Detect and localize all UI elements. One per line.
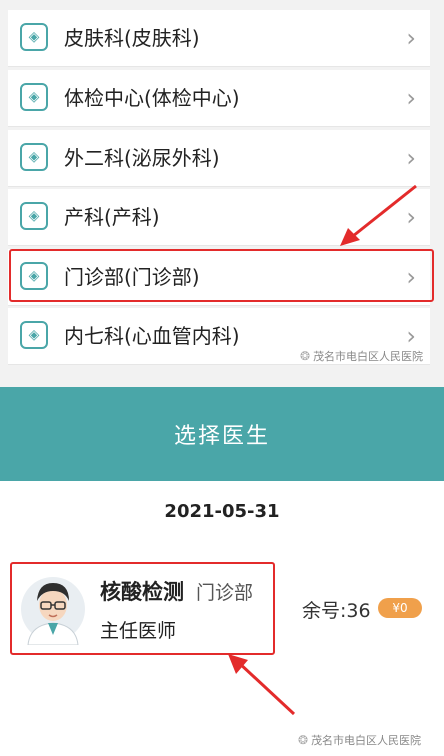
department-item-outpatient[interactable]: ◈ 门诊部(门诊部) ›: [8, 249, 430, 306]
department-label: 产科(产科): [64, 205, 160, 229]
schedule-date: 2021-05-31: [164, 500, 280, 522]
watermark-text: 茂名市电白区人民医院: [311, 734, 422, 747]
watermark-text: 茂名市电白区人民医院: [313, 350, 424, 363]
watermark-bottom: ❂ 茂名市电白区人民医院: [298, 732, 421, 748]
doctor-department: 门诊部: [196, 582, 254, 604]
plus-diamond-icon: ◈: [20, 83, 48, 111]
chevron-right-icon: ›: [406, 203, 416, 231]
chat-icon: ❂: [298, 733, 309, 747]
plus-diamond-icon: ◈: [20, 23, 48, 51]
doctor-avatar: [21, 577, 85, 645]
plus-diamond-icon: ◈: [20, 143, 48, 171]
department-label: 外二科(泌尿外科): [64, 146, 220, 170]
department-item-physical-exam[interactable]: ◈ 体检中心(体检中心) ›: [8, 70, 430, 127]
doctor-name: 核酸检测: [100, 580, 184, 604]
department-item-obstetrics[interactable]: ◈ 产科(产科) ›: [8, 189, 430, 246]
chat-icon: ❂: [300, 349, 311, 363]
select-doctor-button[interactable]: 选择医生: [0, 387, 444, 481]
chevron-right-icon: ›: [406, 24, 416, 52]
department-label: 内七科(心血管内科): [64, 324, 240, 348]
select-doctor-label: 选择医生: [173, 424, 270, 449]
remaining-slots: 余号:36: [302, 600, 371, 622]
department-label: 皮肤科(皮肤科): [64, 26, 200, 50]
plus-diamond-icon: ◈: [20, 262, 48, 290]
price-badge: ¥0: [378, 598, 422, 618]
department-item-dermatology[interactable]: ◈ 皮肤科(皮肤科) ›: [8, 10, 430, 67]
plus-diamond-icon: ◈: [20, 202, 48, 230]
chevron-right-icon: ›: [406, 84, 416, 112]
doctor-title: 主任医师: [100, 620, 177, 642]
watermark: ❂ 茂名市电白区人民医院: [300, 348, 423, 364]
department-label: 体检中心(体检中心): [64, 86, 240, 110]
department-label: 门诊部(门诊部): [64, 265, 200, 289]
chevron-right-icon: ›: [406, 263, 416, 291]
department-item-urology[interactable]: ◈ 外二科(泌尿外科) ›: [8, 130, 430, 187]
plus-diamond-icon: ◈: [20, 321, 48, 349]
app-screen: ◈ 皮肤科(皮肤科) › ◈ 体检中心(体检中心) › ◈ 外二科(泌尿外科) …: [0, 0, 444, 756]
department-list: ◈ 皮肤科(皮肤科) › ◈ 体检中心(体检中心) › ◈ 外二科(泌尿外科) …: [0, 0, 444, 386]
chevron-right-icon: ›: [406, 144, 416, 172]
schedule-date-section: 2021-05-31: [0, 481, 444, 541]
